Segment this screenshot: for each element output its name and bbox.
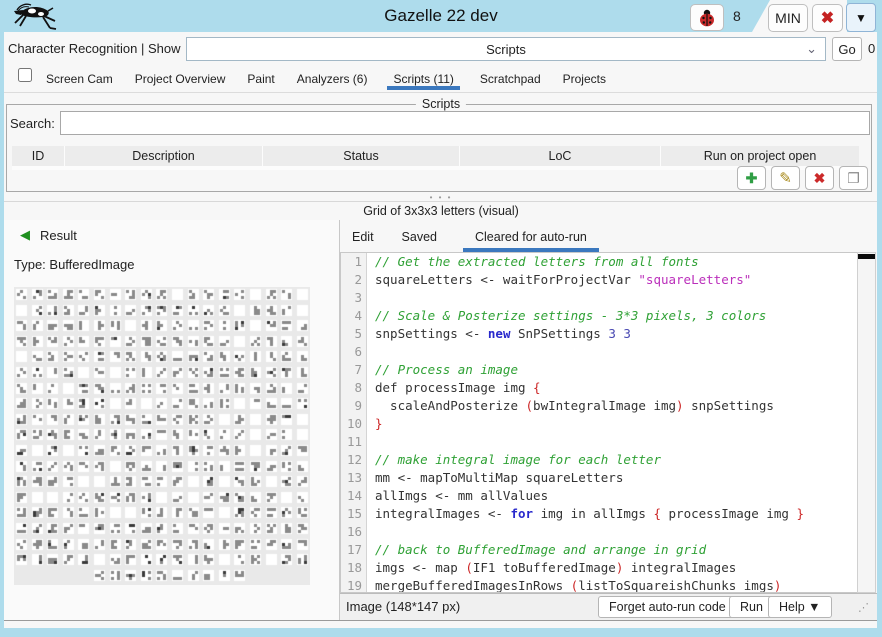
tab-cleared-for-auto-run[interactable]: Cleared for auto-run: [463, 225, 599, 252]
tab-saved[interactable]: Saved: [400, 225, 439, 252]
line-number: 4: [341, 307, 367, 325]
line-number: 16: [341, 523, 367, 541]
result-label[interactable]: Result: [40, 228, 77, 243]
line-number: 6: [341, 343, 367, 361]
search-input[interactable]: [60, 111, 870, 135]
section-divider: [4, 201, 877, 202]
code-line[interactable]: 12// make integral image for each letter: [341, 451, 857, 469]
result-type-label: Type: BufferedImage: [14, 257, 134, 272]
code-line[interactable]: 13mm <- mapToMultiMap squareLetters: [341, 469, 857, 487]
code-line[interactable]: 8def processImage img {: [341, 379, 857, 397]
copy-icon: ❐: [847, 170, 860, 187]
ladybug-icon: [697, 8, 717, 28]
code-line[interactable]: 2squareLetters <- waitForProjectVar "squ…: [341, 271, 857, 289]
edit-script-button[interactable]: ✎: [771, 166, 800, 190]
line-number: 3: [341, 289, 367, 307]
code-line[interactable]: 19mergeBufferedImagesInRows (listToSquar…: [341, 577, 857, 593]
code-line[interactable]: 14allImgs <- mm allValues: [341, 487, 857, 505]
combo-value: Scripts: [486, 42, 526, 57]
chevron-down-icon: ▼: [855, 11, 867, 25]
screen-cam-checkbox[interactable]: [18, 68, 32, 82]
code-line[interactable]: 9 scaleAndPosterize (bwIntegralImage img…: [341, 397, 857, 415]
module-breadcrumb: Character Recognition | Show: [8, 41, 180, 56]
close-button[interactable]: ✖: [812, 4, 843, 32]
code-line[interactable]: 5snpSettings <- new SnPSettings 3 3: [341, 325, 857, 343]
bug-count: 8: [733, 8, 741, 24]
scripts-groupbox-title: Scripts: [416, 97, 466, 111]
code-line[interactable]: 4// Scale & Posterize settings - 3*3 pix…: [341, 307, 857, 325]
window-menu-button[interactable]: ▼: [846, 3, 876, 32]
copy-script-button[interactable]: ❐: [839, 166, 868, 190]
line-number: 12: [341, 451, 367, 469]
line-number: 10: [341, 415, 367, 433]
line-number: 19: [341, 577, 367, 593]
line-number: 18: [341, 559, 367, 577]
line-number: 2: [341, 271, 367, 289]
delete-icon: ✖: [814, 170, 826, 187]
tab-screen-cam[interactable]: Screen Cam: [44, 67, 115, 90]
edit-pencil-icon: ✎: [779, 169, 792, 187]
line-number: 1: [341, 253, 367, 271]
code-line[interactable]: 1// Get the extracted letters from all f…: [341, 253, 857, 271]
column-header-run-on-open[interactable]: Run on project open: [661, 146, 859, 166]
go-counter: 0: [868, 41, 875, 56]
line-number: 7: [341, 361, 367, 379]
close-icon: ✖: [821, 8, 834, 28]
tab-paint[interactable]: Paint: [245, 67, 276, 90]
editor-scrollbar[interactable]: [857, 252, 876, 593]
help-button[interactable]: Help ▼: [768, 596, 832, 618]
code-line[interactable]: 15integralImages <- for img in allImgs {…: [341, 505, 857, 523]
image-size-status: Image (148*147 px): [346, 599, 460, 614]
add-icon: ✚: [746, 170, 758, 187]
line-number: 15: [341, 505, 367, 523]
tabs-divider: [4, 92, 877, 93]
tab-projects[interactable]: Projects: [561, 67, 608, 90]
code-line[interactable]: 11: [341, 433, 857, 451]
letter-grid-image: [14, 287, 310, 585]
combo-chevron-icon: ⌄: [806, 41, 817, 57]
add-script-button[interactable]: ✚: [737, 166, 766, 190]
line-number: 8: [341, 379, 367, 397]
column-header-loc[interactable]: LoC: [460, 146, 660, 166]
code-line[interactable]: 3: [341, 289, 857, 307]
column-header-id[interactable]: ID: [12, 146, 64, 166]
back-arrow-icon[interactable]: ◀: [20, 227, 30, 243]
code-line[interactable]: 18imgs <- map (IF1 toBufferedImage) inte…: [341, 559, 857, 577]
code-line[interactable]: 16: [341, 523, 857, 541]
tab-project-overview[interactable]: Project Overview: [133, 67, 228, 90]
search-label: Search:: [10, 116, 55, 131]
line-number: 13: [341, 469, 367, 487]
editor-tab-bar: Edit Saved Cleared for auto-run: [350, 222, 599, 252]
show-combo-box[interactable]: Scripts ⌄: [186, 37, 826, 61]
resize-grip[interactable]: ⋰: [858, 601, 872, 615]
window-title: Gazelle 22 dev: [0, 6, 882, 26]
delete-script-button[interactable]: ✖: [805, 166, 834, 190]
line-number: 9: [341, 397, 367, 415]
go-button[interactable]: Go: [832, 37, 862, 61]
tab-analyzers[interactable]: Analyzers (6): [295, 67, 370, 90]
bottom-strip: [4, 621, 877, 628]
main-tab-bar: Screen Cam Project Overview Paint Analyz…: [44, 64, 608, 92]
title-bar: Gazelle 22 dev 8 MIN ✖ ▼: [0, 0, 882, 32]
code-line[interactable]: 7// Process an image: [341, 361, 857, 379]
tab-scripts[interactable]: Scripts (11): [387, 67, 459, 90]
column-header-description[interactable]: Description: [65, 146, 262, 166]
column-header-status[interactable]: Status: [263, 146, 459, 166]
line-number: 17: [341, 541, 367, 559]
debug-bug-button[interactable]: [690, 4, 724, 31]
line-number: 14: [341, 487, 367, 505]
code-line[interactable]: 6: [341, 343, 857, 361]
code-line[interactable]: 17// back to BufferedImage and arrange i…: [341, 541, 857, 559]
code-line[interactable]: 10}: [341, 415, 857, 433]
tab-scratchpad[interactable]: Scratchpad: [478, 67, 543, 90]
scrollbar-thumb[interactable]: [858, 254, 875, 259]
tab-edit[interactable]: Edit: [350, 225, 376, 252]
forget-auto-run-button[interactable]: Forget auto-run code: [598, 596, 737, 618]
section-title: Grid of 3x3x3 letters (visual): [0, 204, 882, 218]
minimize-button[interactable]: MIN: [768, 4, 808, 32]
line-number: 5: [341, 325, 367, 343]
line-number: 11: [341, 433, 367, 451]
code-editor[interactable]: 1// Get the extracted letters from all f…: [340, 252, 857, 593]
